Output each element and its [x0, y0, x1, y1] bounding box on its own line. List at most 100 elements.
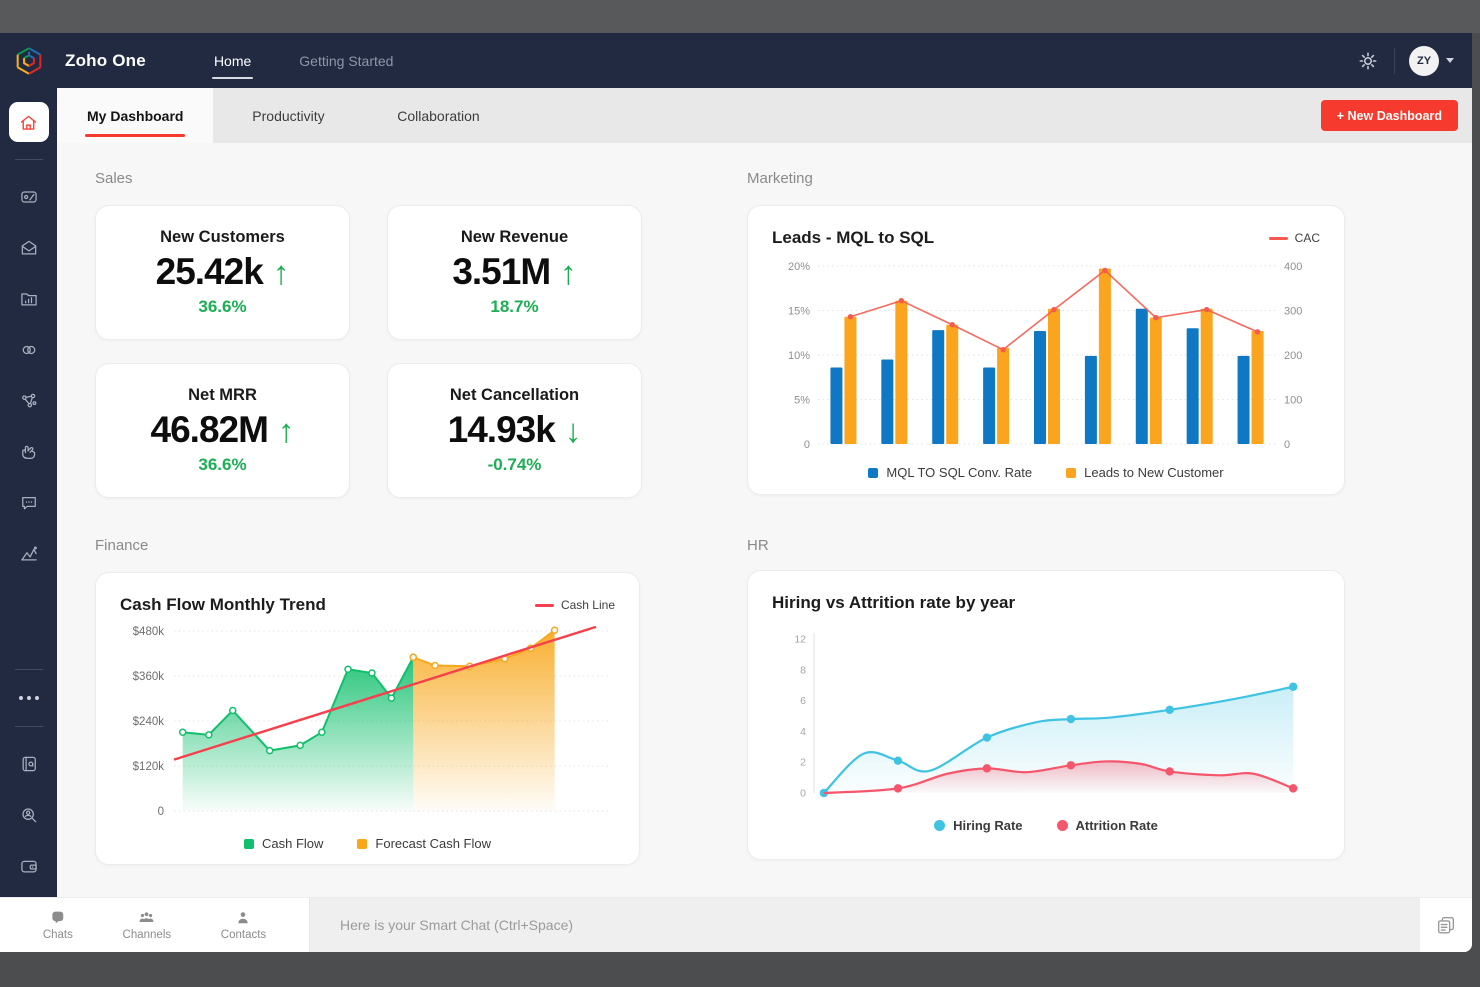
chevron-down-icon	[1446, 58, 1454, 63]
section-label-marketing: Marketing	[747, 170, 813, 187]
settings-gear-icon[interactable]	[1356, 49, 1380, 73]
crm-card-icon	[20, 191, 37, 203]
svg-text:0: 0	[800, 788, 806, 800]
svg-text:15%: 15%	[788, 306, 810, 318]
chat-bubble-icon	[21, 496, 36, 510]
hr-chart-card: Hiring vs Attrition rate by year 12 8 6 4 2 0…	[747, 570, 1345, 860]
legend-item-hiring[interactable]: Hiring Rate	[934, 818, 1023, 833]
people-search-icon	[21, 808, 36, 823]
chat-tab-contacts[interactable]: Contacts	[221, 909, 266, 941]
chat-tab-chats[interactable]: Chats	[43, 909, 73, 941]
sidebar-item-sign[interactable]	[9, 432, 49, 472]
analytics-mountain-icon	[20, 546, 37, 561]
nav-divider	[1394, 47, 1395, 74]
svg-text:$360k: $360k	[133, 671, 165, 683]
svg-text:0: 0	[1284, 439, 1290, 451]
svg-text:0: 0	[158, 806, 164, 818]
legend-item-mql[interactable]: MQL TO SQL Conv. Rate	[868, 465, 1032, 480]
chart-title: Hiring vs Attrition rate by year	[772, 593, 1016, 612]
legend-item-forecast[interactable]: Forecast Cash Flow	[357, 836, 491, 851]
tab-collaboration[interactable]: Collaboration	[363, 88, 513, 143]
tab-productivity[interactable]: Productivity	[213, 88, 363, 143]
kpi-delta: 36.6%	[198, 297, 247, 316]
svg-text:12: 12	[794, 634, 806, 646]
chat-tabs: Chats Channels Contacts	[0, 898, 310, 952]
contacts-icon	[238, 912, 249, 924]
section-label-hr: HR	[747, 537, 769, 554]
app-frame: Zoho One Home Getting Started ZY My Dash…	[0, 33, 1472, 952]
sidebar-item-analytics[interactable]	[9, 534, 49, 574]
svg-text:20%: 20%	[788, 261, 810, 273]
app-sidebar	[0, 88, 57, 897]
mail-icon	[21, 240, 36, 255]
svg-text:2: 2	[800, 757, 806, 769]
dashboard-content: Sales Marketing Finance HR New Customers…	[57, 143, 1472, 897]
kpi-value: 3.51M	[452, 251, 551, 292]
brand-name: Zoho One	[65, 50, 146, 70]
svg-text:6: 6	[800, 695, 806, 707]
dashboard-tabbar: My Dashboard Productivity Collaboration …	[57, 88, 1472, 143]
svg-text:0: 0	[804, 439, 810, 451]
wallet-icon	[20, 860, 37, 873]
connections-icon	[21, 393, 36, 408]
sidebar-item-mail[interactable]	[9, 228, 49, 268]
hiring-attrition-chart[interactable]: 12 8 6 4 2 0	[772, 627, 1320, 810]
kpi-delta: 36.6%	[198, 455, 247, 474]
kpi-title: New Revenue	[460, 228, 569, 246]
sidebar-item-wallet[interactable]	[9, 846, 49, 886]
kpi-value: 25.42k	[155, 251, 264, 292]
sidebar-item-cliq[interactable]	[9, 483, 49, 523]
sidebar-item-workdrive[interactable]	[9, 279, 49, 319]
user-menu[interactable]: ZY	[1409, 45, 1454, 76]
legend-item-attrition[interactable]: Attrition Rate	[1056, 818, 1158, 833]
kpi-card-net-mrr: Net MRR 46.82M ↑ 36.6%	[95, 363, 350, 498]
trend-up-arrow-icon: ↑	[560, 253, 577, 291]
tab-my-dashboard[interactable]: My Dashboard	[57, 88, 214, 143]
kpi-value: 46.82M	[150, 409, 269, 450]
svg-text:$240k: $240k	[133, 716, 165, 728]
new-dashboard-button[interactable]: + New Dashboard	[1320, 100, 1458, 131]
svg-text:400: 400	[1284, 261, 1302, 273]
zoho-logo[interactable]	[0, 44, 57, 78]
svg-text:8: 8	[800, 664, 806, 676]
legend-item-leads[interactable]: Leads to New Customer	[1066, 465, 1224, 480]
svg-text:$480k: $480k	[133, 626, 165, 638]
legend-item-cash-flow[interactable]: Cash Flow	[243, 836, 323, 851]
chat-clipboard-button[interactable]	[1420, 898, 1472, 952]
nav-link-home[interactable]: Home	[211, 47, 254, 79]
sidebar-item-more[interactable]	[9, 687, 49, 709]
copy-pages-icon	[1437, 916, 1455, 934]
smart-chat-bar: Chats Channels Contacts	[0, 897, 1472, 952]
cash-flow-chart[interactable]: $480k $360k $240k $120k 0	[120, 621, 615, 834]
kpi-card-new-customers: New Customers 25.42k ↑ 36.6%	[95, 205, 350, 340]
sidebar-item-crm[interactable]	[9, 177, 49, 217]
leads-mql-sql-chart[interactable]: 20% 400 15% 300 10% 200 5% 100 0 0	[772, 254, 1320, 463]
sidebar-item-recruit[interactable]	[9, 795, 49, 835]
folder-analytics-icon	[20, 293, 37, 306]
sidebar-item-home[interactable]	[8, 102, 49, 142]
sidebar-item-notebook[interactable]	[9, 744, 49, 784]
kpi-title: New Customers	[160, 228, 285, 246]
home-icon	[20, 115, 37, 130]
kpi-delta: 18.7%	[490, 297, 539, 316]
svg-text:300: 300	[1284, 306, 1302, 318]
trend-up-arrow-icon: ↑	[277, 411, 295, 449]
trend-down-arrow-icon: ↓	[564, 411, 582, 449]
cash-line-legend: Cash Line	[534, 598, 615, 612]
chat-tab-channels[interactable]: Channels	[123, 909, 171, 941]
more-ellipsis-icon	[18, 696, 39, 700]
sidebar-item-flow[interactable]	[9, 330, 49, 370]
smart-chat-input[interactable]	[310, 917, 1420, 933]
avatar[interactable]: ZY	[1409, 45, 1439, 76]
svg-text:5%: 5%	[794, 395, 810, 407]
kpi-card-net-cancellation: Net Cancellation 14.93k ↓ -0.74%	[387, 363, 642, 498]
chats-icon	[52, 911, 64, 924]
chart-title: Leads - MQL to SQL	[772, 228, 935, 247]
finance-chart-card: Cash Flow Monthly Trend Cash Line $480k $…	[95, 572, 640, 865]
zoho-cube-logo-icon	[16, 46, 41, 75]
sidebar-item-connections[interactable]	[9, 381, 49, 421]
link-loops-icon	[22, 345, 35, 355]
kpi-value: 14.93k	[447, 409, 556, 450]
svg-text:200: 200	[1284, 350, 1302, 362]
nav-link-getting-started[interactable]: Getting Started	[299, 47, 393, 75]
